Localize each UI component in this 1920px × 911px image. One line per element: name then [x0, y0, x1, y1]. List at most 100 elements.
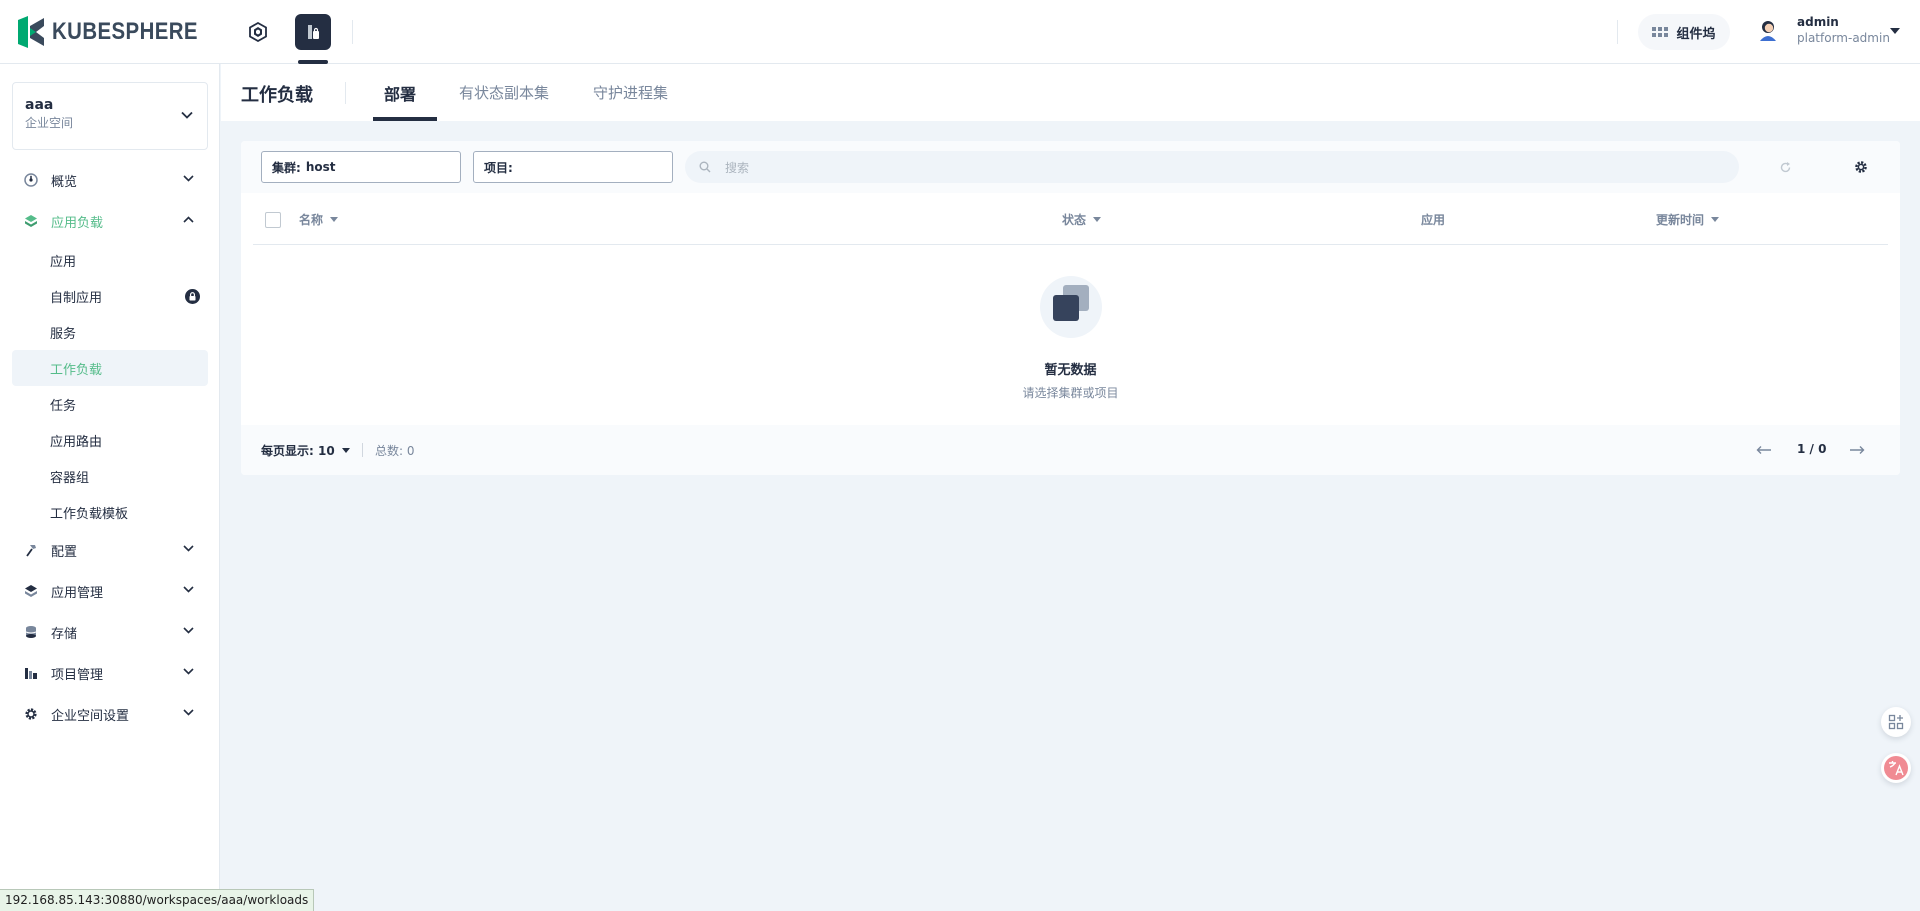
filter-toolbar: 集群: host 项目: 搜索 [241, 141, 1900, 193]
sort-caret-icon [330, 217, 339, 222]
chevron-down-icon [181, 111, 193, 119]
workspace-selector[interactable]: aaa 企业空间 [12, 82, 208, 150]
workspace-type: 企业空间 [25, 116, 74, 130]
kubesphere-logo[interactable]: KUBESPHERE [16, 16, 224, 48]
user-role: platform-admin [1797, 31, 1890, 45]
table-settings-button[interactable] [1848, 154, 1874, 180]
chevron-down-icon [183, 586, 194, 593]
header-divider [1617, 20, 1618, 44]
sidebar: aaa 企业空间 概览 应用负载 应用 自制应用 服务 工作负载 任务 应用路由… [0, 64, 220, 911]
table-footer: 每页显示: 10 总数: 0 1 / 0 [241, 425, 1900, 475]
workloads-panel: 集群: host 项目: 搜索 名称 状态 应用 更新时间 暂无数据 请选择集群… [241, 141, 1900, 475]
sidebar-item-app-management[interactable]: 应用管理 [12, 571, 208, 612]
tab-deployments[interactable]: 部署 [384, 81, 416, 105]
arrow-right-icon [1850, 446, 1865, 454]
project-select-label: 项目: [484, 160, 513, 175]
sidebar-item-label: 应用负载 [51, 216, 104, 231]
sidebar-subitem-apps[interactable]: 应用 [12, 242, 208, 278]
caret-down-icon[interactable] [1890, 28, 1900, 34]
search-input[interactable]: 搜索 [685, 151, 1739, 183]
translate-icon [1884, 756, 1908, 780]
chevron-down-icon [183, 668, 194, 675]
sidebar-subitem-label: 容器组 [50, 470, 90, 486]
sidebar-item-label: 项目管理 [51, 668, 104, 683]
sidebar-subitem-pods[interactable]: 容器组 [12, 458, 208, 494]
sidebar-subitem-custom-apps[interactable]: 自制应用 [12, 278, 208, 314]
tab-statefulsets[interactable]: 有状态副本集 [459, 82, 549, 103]
chevron-down-icon [183, 545, 194, 552]
sidebar-subitem-ingress[interactable]: 应用路由 [12, 422, 208, 458]
gear-icon [25, 708, 37, 720]
project-select[interactable]: 项目: [473, 151, 673, 183]
active-tab-indicator [373, 117, 437, 121]
search-placeholder: 搜索 [725, 160, 750, 175]
chevron-down-icon [183, 627, 194, 634]
empty-state-icon [1040, 276, 1102, 338]
tab-daemonsets[interactable]: 守护进程集 [593, 82, 668, 103]
sidebar-item-config[interactable]: 配置 [12, 530, 208, 571]
sidebar-subitem-workloads[interactable]: 工作负载 [12, 350, 208, 386]
sidebar-subitem-label: 任务 [50, 398, 77, 414]
apps-add-icon [1888, 714, 1904, 730]
cluster-nav-button[interactable] [240, 14, 276, 50]
sidebar-item-label: 企业空间设置 [51, 709, 130, 724]
sidebar-subitem-label: 应用 [50, 254, 77, 270]
sidebar-item-label: 概览 [51, 175, 78, 190]
sidebar-subitem-workload-templates[interactable]: 工作负载模板 [12, 494, 208, 530]
column-label: 更新时间 [1656, 213, 1705, 227]
apps-grid-icon [1652, 27, 1669, 37]
column-update-time[interactable]: 更新时间 [1656, 211, 1720, 228]
sidebar-subitem-jobs[interactable]: 任务 [12, 386, 208, 422]
workspace-name: aaa [25, 97, 54, 113]
title-divider [345, 82, 346, 104]
empty-state-description: 请选择集群或项目 [1022, 386, 1119, 400]
top-header: KUBESPHERE 组件坞 admin platform-admin [0, 0, 1920, 64]
components-button[interactable]: 组件坞 [1638, 14, 1730, 50]
sidebar-item-storage[interactable]: 存储 [12, 612, 208, 653]
app-workloads-icon [25, 215, 37, 227]
sidebar-item-workspace-settings[interactable]: 企业空间设置 [12, 694, 208, 735]
translate-float-button[interactable] [1881, 753, 1911, 783]
cluster-nav-icon [249, 22, 267, 42]
components-label: 组件坞 [1676, 26, 1716, 42]
total-count: 总数: 0 [375, 444, 415, 458]
caret-down-icon [341, 448, 350, 453]
chevron-down-icon [183, 709, 194, 716]
project-management-icon [25, 668, 37, 679]
select-all-checkbox[interactable] [265, 212, 281, 228]
column-name[interactable]: 名称 [299, 211, 339, 228]
column-status[interactable]: 状态 [1062, 211, 1102, 228]
app-store-float-button[interactable] [1881, 707, 1911, 737]
sidebar-subitem-services[interactable]: 服务 [12, 314, 208, 350]
sidebar-item-app-workloads[interactable]: 应用负载 [12, 201, 208, 242]
refresh-button[interactable] [1772, 154, 1798, 180]
browser-status-url: 192.168.85.143:30880/workspaces/aaa/work… [0, 889, 315, 911]
header-divider [352, 20, 353, 44]
sidebar-item-project-management[interactable]: 项目管理 [12, 653, 208, 694]
table-header: 名称 状态 应用 更新时间 [253, 193, 1888, 245]
column-label: 应用 [1421, 213, 1446, 227]
logo-text: KUBESPHERE [52, 18, 198, 45]
hammer-icon [26, 545, 36, 557]
chevron-up-icon [183, 216, 194, 223]
overview-icon [24, 173, 38, 187]
workspace-nav-icon [308, 25, 319, 39]
sidebar-item-label: 存储 [51, 627, 78, 642]
next-page-button[interactable] [1847, 440, 1867, 460]
user-menu[interactable]: admin platform-admin [1755, 14, 1890, 46]
prev-page-button[interactable] [1754, 440, 1774, 460]
sidebar-subitem-label: 工作负载模板 [50, 506, 129, 522]
sidebar-menu: 概览 应用负载 应用 自制应用 服务 工作负载 任务 应用路由 容器组 工作负载… [12, 160, 208, 735]
column-label: 名称 [299, 213, 324, 227]
cluster-select[interactable]: 集群: host [261, 151, 461, 183]
sidebar-subitem-label: 自制应用 [50, 290, 103, 306]
database-icon [25, 626, 37, 638]
workspace-nav-button[interactable] [295, 14, 331, 50]
page-size-select[interactable]: 每页显示: 10 [261, 442, 350, 459]
sidebar-item-overview[interactable]: 概览 [12, 160, 208, 201]
arrow-left-icon [1756, 446, 1771, 454]
sidebar-subitem-label: 服务 [50, 326, 77, 342]
footer-divider [362, 443, 363, 457]
page-title: 工作负载 [241, 85, 313, 106]
cluster-select-value: host [305, 160, 336, 174]
